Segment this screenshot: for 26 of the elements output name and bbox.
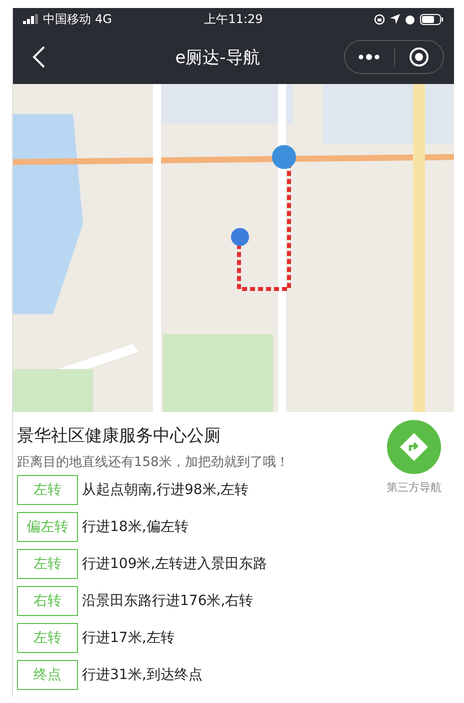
- step-text: 行进17米,左转: [82, 629, 174, 647]
- action-tag: 左转: [17, 623, 78, 653]
- close-icon: [408, 47, 429, 67]
- step-text: 从起点朝南,行进98米,左转: [82, 481, 249, 499]
- turn-sign-icon: [399, 432, 429, 462]
- step-text: 行进31米,到达终点: [82, 666, 202, 684]
- step-text: 行进18米,偏左转: [82, 518, 188, 536]
- battery-icon: [420, 14, 444, 24]
- navigate-label: 第三方导航: [386, 480, 442, 495]
- carrier-name: 中国移动: [43, 10, 91, 28]
- distance-note: 距离目的地直线还有158米，加把劲就到了哦！: [17, 454, 290, 471]
- action-tag: 偏左转: [17, 512, 78, 542]
- action-tag: 终点: [17, 660, 78, 690]
- network-type: 4G: [95, 12, 112, 26]
- action-tag: 左转: [17, 475, 78, 505]
- page-title: e厕达-导航: [175, 48, 260, 68]
- step-text: 行进109米,左转进入景田东路: [82, 555, 268, 573]
- action-tag: 左转: [17, 549, 78, 579]
- action-tag: 右转: [17, 586, 78, 616]
- destination-name: 景华社区健康服务中心公厕: [17, 425, 222, 447]
- back-icon: [32, 45, 46, 69]
- step-text: 沿景田东路行进176米,右转: [82, 592, 254, 610]
- more-icon: [358, 54, 380, 60]
- clock-time: 上午11:29: [204, 12, 263, 26]
- location-arrow-icon: [390, 14, 400, 24]
- signal-icon: [23, 14, 39, 24]
